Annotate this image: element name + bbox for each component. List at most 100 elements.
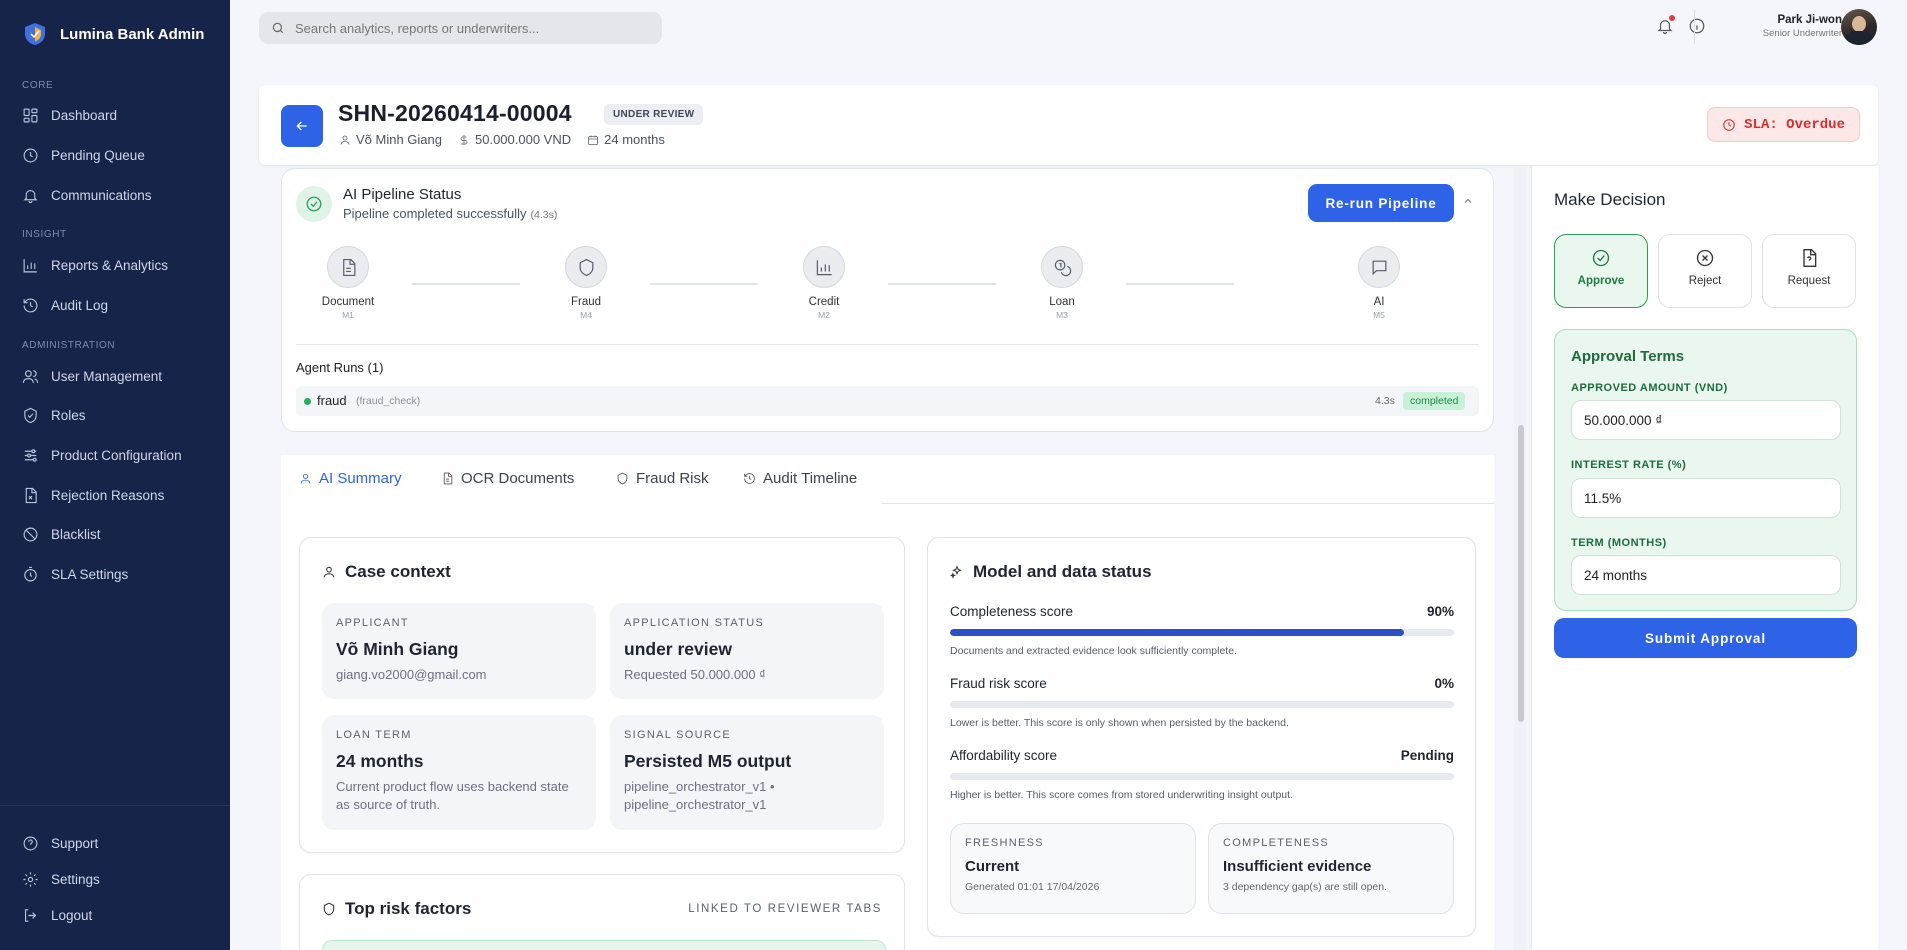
sidebar: Lumina Bank Admin CORE Dashboard Pending…: [0, 0, 230, 950]
sidebar-item-product-configuration[interactable]: Product Configuration: [22, 447, 182, 464]
model-status-card: Model and data status Completeness score…: [927, 537, 1476, 937]
rerun-pipeline-button[interactable]: Re-run Pipeline: [1308, 184, 1454, 222]
agent-run-time: 4.3s: [1375, 395, 1395, 407]
sparkles-icon: [950, 565, 962, 579]
sidebar-item-user-management[interactable]: User Management: [22, 368, 162, 385]
section-administration: ADMINISTRATION: [22, 340, 116, 351]
check-circle-icon: [1592, 249, 1610, 267]
search-bar[interactable]: [259, 12, 662, 44]
sidebar-item-support[interactable]: Support: [22, 835, 98, 852]
sidebar-item-sla-settings[interactable]: SLA Settings: [22, 566, 128, 583]
case-applicant: Võ Minh Giang: [339, 132, 442, 147]
agent-run-type: (fraud_check): [356, 395, 421, 407]
approval-terms-title: Approval Terms: [1571, 348, 1685, 365]
term-field[interactable]: [1571, 555, 1841, 595]
approved-amount-field[interactable]: [1571, 400, 1841, 440]
file-x-icon: [25, 487, 37, 504]
pipeline-step-credit[interactable]: Credit M2: [784, 246, 864, 320]
case-amount: 50.000.000 VND: [458, 132, 571, 147]
message-icon: [1372, 260, 1386, 275]
coins-icon: [1054, 259, 1071, 276]
freshness-tile: FRESHNESS Current Generated 01:01 17/04/…: [950, 823, 1196, 914]
sidebar-divider: [0, 805, 230, 806]
x-circle-icon: [1696, 249, 1714, 267]
risk-factors-card: Top risk factors LINKED TO REVIEWER TABS: [299, 874, 905, 950]
sidebar-item-reports[interactable]: Reports & Analytics: [22, 257, 168, 274]
pipeline-step-document[interactable]: Document M1: [308, 246, 388, 320]
tab-audit-timeline[interactable]: Audit Timeline: [743, 470, 857, 487]
sidebar-item-label: Product Configuration: [51, 448, 182, 463]
approved-amount-label: APPROVED AMOUNT (VND): [1571, 382, 1728, 394]
fraud-risk-score: Fraud risk score 0% Lower is better. This…: [950, 676, 1454, 729]
collapse-button[interactable]: [1462, 195, 1476, 209]
pipeline-connector: [650, 283, 758, 285]
sidebar-item-rejection-reasons[interactable]: Rejection Reasons: [22, 487, 164, 504]
tab-bar: AI Summary OCR Documents Fraud Risk Audi…: [281, 455, 1494, 504]
progress-fill: [950, 629, 1404, 636]
sidebar-item-label: Communications: [51, 188, 152, 203]
scrollbar[interactable]: [1514, 168, 1526, 950]
back-button[interactable]: [281, 105, 323, 147]
status-dot: [304, 398, 311, 405]
case-context-card: Case context APPLICANT Võ Minh Giang gia…: [299, 537, 905, 853]
sidebar-item-pending-queue[interactable]: Pending Queue: [22, 147, 145, 164]
submit-approval-button[interactable]: Submit Approval: [1554, 618, 1857, 658]
user-name: Park Ji-won: [1777, 14, 1842, 26]
agent-runs-title: Agent Runs (1): [296, 360, 384, 375]
completeness-tile: COMPLETENESS Insufficient evidence 3 dep…: [1208, 823, 1454, 914]
user-info[interactable]: Park Ji-won Senior Underwriter: [1763, 14, 1842, 39]
ban-icon: [23, 527, 38, 542]
sidebar-item-blacklist[interactable]: Blacklist: [22, 526, 101, 543]
case-id: SHN-20260414-00004: [338, 100, 572, 126]
risk-factors-title: Top risk factors: [322, 899, 471, 919]
sidebar-item-label: Settings: [51, 872, 100, 887]
timer-icon: [24, 566, 37, 582]
user-icon: [300, 473, 311, 484]
logo-icon: [25, 23, 45, 45]
pipeline-step-ai[interactable]: AI M5: [1339, 246, 1419, 320]
sidebar-item-communications[interactable]: Communications: [22, 187, 152, 204]
sidebar-item-label: Support: [51, 836, 99, 851]
sidebar-item-logout[interactable]: Logout: [22, 907, 92, 924]
user-icon: [323, 566, 335, 578]
bar-chart-icon: [816, 259, 832, 275]
avatar[interactable]: [1841, 9, 1877, 45]
pipeline-step-fraud[interactable]: Fraud M4: [546, 246, 626, 320]
info-button[interactable]: [1688, 17, 1708, 37]
interest-rate-field[interactable]: [1571, 478, 1841, 518]
tab-ocr-documents[interactable]: OCR Documents: [441, 470, 574, 487]
grid-icon: [23, 108, 38, 123]
tab-fraud-risk[interactable]: Fraud Risk: [616, 470, 709, 487]
decision-panel: Make Decision Approve Reject Request App…: [1531, 166, 1878, 950]
sidebar-item-dashboard[interactable]: Dashboard: [22, 107, 117, 124]
sidebar-item-settings[interactable]: Settings: [22, 871, 100, 888]
app-name: Lumina Bank Admin: [60, 25, 205, 43]
affordability-score: Affordability score Pending Higher is bet…: [950, 748, 1454, 801]
info-icon: [1689, 18, 1705, 34]
sidebar-item-label: Dashboard: [51, 108, 118, 123]
request-button[interactable]: Request: [1762, 234, 1856, 308]
sidebar-item-label: Reports & Analytics: [51, 258, 169, 273]
sidebar-item-label: Blacklist: [51, 527, 101, 542]
pipeline-step-loan[interactable]: Loan M3: [1022, 246, 1102, 320]
search-input[interactable]: [295, 20, 635, 36]
tab-ai-summary[interactable]: AI Summary: [299, 470, 402, 487]
sidebar-item-audit-log[interactable]: Audit Log: [22, 297, 108, 314]
signal-source-tile: SIGNAL SOURCE Persisted M5 output pipeli…: [610, 715, 884, 830]
sidebar-item-label: Logout: [51, 908, 93, 923]
brand[interactable]: Lumina Bank Admin: [24, 22, 204, 46]
section-insight: INSIGHT: [22, 229, 67, 240]
decision-title: Make Decision: [1554, 190, 1666, 209]
status-badge: completed: [1403, 392, 1466, 410]
reject-button[interactable]: Reject: [1658, 234, 1752, 308]
history-icon: [744, 473, 755, 484]
sidebar-item-roles[interactable]: Roles: [22, 407, 86, 424]
pipeline-connector: [412, 283, 520, 285]
approve-button[interactable]: Approve: [1554, 234, 1648, 308]
notifications-button[interactable]: [1656, 15, 1676, 37]
shield-icon: [579, 258, 593, 276]
interest-rate-label: INTEREST RATE (%): [1571, 459, 1687, 471]
scrollbar-thumb[interactable]: [1518, 425, 1524, 722]
agent-run-row[interactable]: fraud (fraud_check) 4.3s completed: [296, 386, 1479, 416]
approval-terms: Approval Terms APPROVED AMOUNT (VND) INT…: [1554, 329, 1857, 611]
